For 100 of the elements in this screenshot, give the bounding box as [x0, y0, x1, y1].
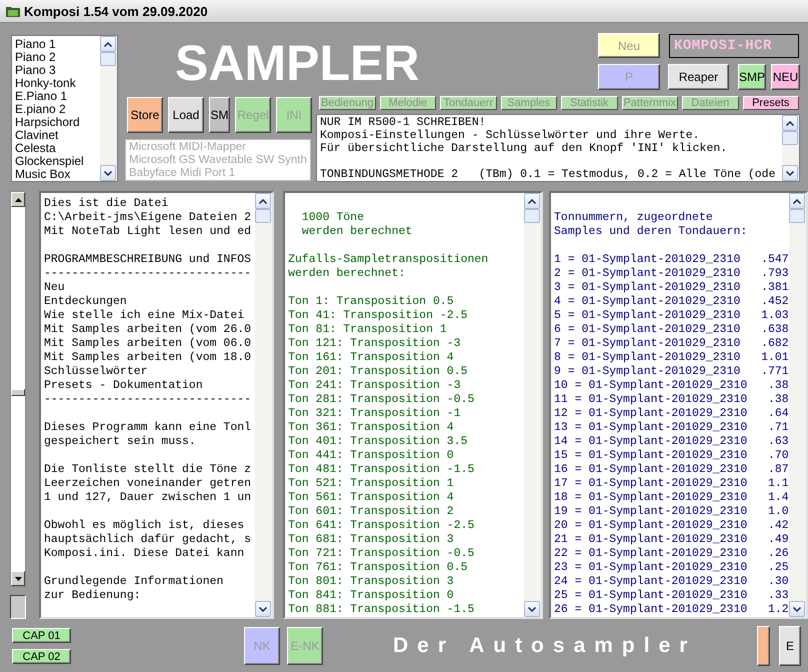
scroll-down-button[interactable]	[255, 601, 272, 617]
text-line: Ton 441: Transposition 0	[288, 449, 455, 463]
text-line: Schlüsselwörter	[44, 365, 149, 379]
text-panel[interactable]	[39, 191, 274, 619]
scroll-up-button[interactable]	[100, 36, 116, 52]
list-item[interactable]: Honky-tonk	[15, 77, 97, 90]
scroll-thumb[interactable]	[255, 209, 272, 223]
text-line: 25 = 01-Symplant-201029_2310 .33	[554, 589, 789, 603]
text-line: Ton 201: Transposition 0.5	[288, 365, 468, 379]
text-line: TONBINDUNGSMETHODE 2 (TBm) 0.1 = Testmodus, 0.2 = Alle Töne (ode	[320, 168, 776, 181]
text-line: Ton 681: Transposition 3	[288, 533, 455, 547]
scroll-up-button[interactable]	[255, 193, 272, 209]
settings-text-box[interactable]	[316, 114, 800, 182]
text-line: Komposi.ini. Diese Datei kann	[44, 547, 246, 561]
scrollbar[interactable]	[782, 115, 799, 181]
scroll-down-button[interactable]	[524, 601, 540, 617]
scrollbar[interactable]	[100, 36, 117, 181]
triangle-up-icon	[14, 198, 22, 202]
text-line: Mit Samples arbeiten (vom 26.0	[44, 323, 252, 337]
text-line: 10 = 01-Symplant-201029_2310 .38	[554, 379, 789, 393]
text-line: 21 = 01-Symplant-201029_2310 .49	[554, 533, 789, 547]
text-line: Für übersichtliche Darstellung auf den Knopf 'INI' klicken.	[320, 142, 728, 155]
list-item[interactable]: Clavinet	[15, 129, 97, 142]
text-line: 8 = 01-Symplant-201029_2310 1.01	[554, 351, 789, 365]
scroll-thumb[interactable]	[524, 209, 540, 223]
text-line: Samples und deren Tondauern:	[554, 225, 748, 239]
text-line: 7 = 01-Symplant-201029_2310 .682	[554, 337, 789, 351]
scroll-down-button[interactable]	[789, 601, 805, 617]
text-line: Ton 1: Transposition 0.5	[288, 295, 455, 309]
list-item[interactable]: Piano 1	[15, 38, 97, 51]
instrument-list[interactable]: Piano 1 Piano 2 Piano 3 Honky-tonk E.Piano 1 E.piano 2 Harpsichord Clavinet Celesta Glockenspiel Music Box	[11, 35, 118, 182]
text-line: 18 = 01-Symplant-201029_2310 1.4	[554, 491, 789, 505]
text-line: 17 = 01-Symplant-201029_2310 1.1	[554, 477, 789, 491]
list-item[interactable]: Celesta	[15, 142, 97, 155]
scroll-up-button[interactable]	[782, 115, 798, 131]
text-line: Ton 281: Transposition -0.5	[288, 393, 476, 407]
text-line: 19 = 01-Symplant-201029_2310 1.0	[554, 505, 789, 519]
list-item[interactable]: E.piano 2	[15, 103, 97, 116]
scroll-up-button[interactable]	[789, 193, 805, 209]
text-line: Obwohl es möglich ist, dieses	[44, 519, 246, 533]
list-item[interactable]: Glockenspiel	[15, 155, 97, 168]
button[interactable]: Store	[127, 97, 163, 133]
button[interactable]: NEU	[771, 64, 800, 90]
list-item[interactable]: E.Piano 1	[15, 90, 97, 103]
scroll-thumb[interactable]	[100, 52, 116, 66]
scroll-thumb[interactable]	[782, 131, 798, 145]
scroll-down-button[interactable]	[100, 165, 116, 181]
text-line: hauptsächlich dafür gedacht, s	[44, 533, 252, 547]
text-line: 20 = 01-Symplant-201029_2310 .42	[554, 519, 789, 533]
text-line: 26 = 01-Symplant-201029_2310 1.2	[554, 603, 789, 617]
button[interactable]: CAP 02	[12, 649, 71, 664]
chevron-up-icon	[786, 120, 794, 126]
scroll-down-button[interactable]	[782, 165, 798, 181]
scrollbar[interactable]	[789, 193, 806, 617]
button[interactable]: SMP	[738, 64, 766, 90]
text-line: 1000 Töne	[300, 211, 365, 225]
text-line: 6 = 01-Symplant-201029_2310 .638	[554, 323, 789, 337]
text-line: gespeichert sein muss.	[44, 435, 197, 449]
list-item[interactable]: Piano 2	[15, 51, 97, 64]
text-line: Ton 601: Transposition 2	[288, 505, 455, 519]
text-line: 14 = 01-Symplant-201029_2310 .63	[554, 435, 789, 449]
text-line: Wie stelle ich eine Mix-Datei	[44, 309, 246, 323]
text-line: Ton 481: Transposition -1.5	[288, 463, 476, 477]
text-line: 11 = 01-Symplant-201029_2310 .38	[554, 393, 789, 407]
scroll-up-button[interactable]	[524, 193, 540, 209]
button[interactable]: Reaper	[668, 64, 729, 90]
list-item[interactable]: Music Box	[15, 168, 97, 181]
text-line: ------------------------------	[44, 267, 252, 281]
text-line: Ton 521: Transposition 1	[288, 477, 455, 491]
text-line: 22 = 01-Symplant-201029_2310 .26	[554, 547, 789, 561]
text-panel[interactable]	[283, 191, 544, 619]
text-line: Grundlegende Informationen	[44, 575, 224, 589]
text-line: Ton 321: Transposition -1	[288, 407, 462, 421]
text-line: zur Bedienung:	[44, 589, 142, 603]
list-item[interactable]: Piano 3	[15, 64, 97, 77]
button[interactable]: Load	[168, 97, 204, 133]
scrollbar[interactable]	[524, 193, 542, 617]
text-line: Leerzeichen voneinander getren	[44, 477, 252, 491]
button[interactable]: E	[779, 626, 801, 666]
button[interactable]: CAP 01	[12, 628, 71, 643]
text-line: Ton 841: Transposition 0	[288, 589, 455, 603]
chevron-down-icon	[259, 606, 268, 612]
text-line: C:\Arbeit-jms\Eigene Dateien 2	[44, 211, 252, 225]
scroll-thumb[interactable]	[789, 209, 805, 223]
chevron-down-icon	[528, 606, 536, 612]
tab[interactable]: Presets	[742, 96, 799, 110]
scrollbar[interactable]	[255, 193, 272, 617]
text-panel[interactable]	[549, 191, 808, 619]
project-name-field: KOMPOSI-HCR	[669, 34, 799, 58]
list-item[interactable]: Harpsichord	[15, 116, 97, 129]
text-line: Ton 721: Transposition -0.5	[288, 547, 476, 561]
text-line: Mit Samples arbeiten (vom 06.0	[44, 337, 252, 351]
blank-button[interactable]	[757, 626, 770, 666]
folder-icon	[6, 5, 20, 17]
text-line: werden berechnet:	[288, 267, 406, 281]
text-line: 15 = 01-Symplant-201029_2310 .70	[554, 449, 789, 463]
text-line: NUR IM R500-1 SCHREIBEN!	[320, 116, 487, 129]
text-line: Tonnummern, zugeordnete	[554, 211, 714, 225]
text-line: 3 = 01-Symplant-201029_2310 .381	[554, 281, 789, 295]
button[interactable]: SM	[209, 97, 230, 133]
